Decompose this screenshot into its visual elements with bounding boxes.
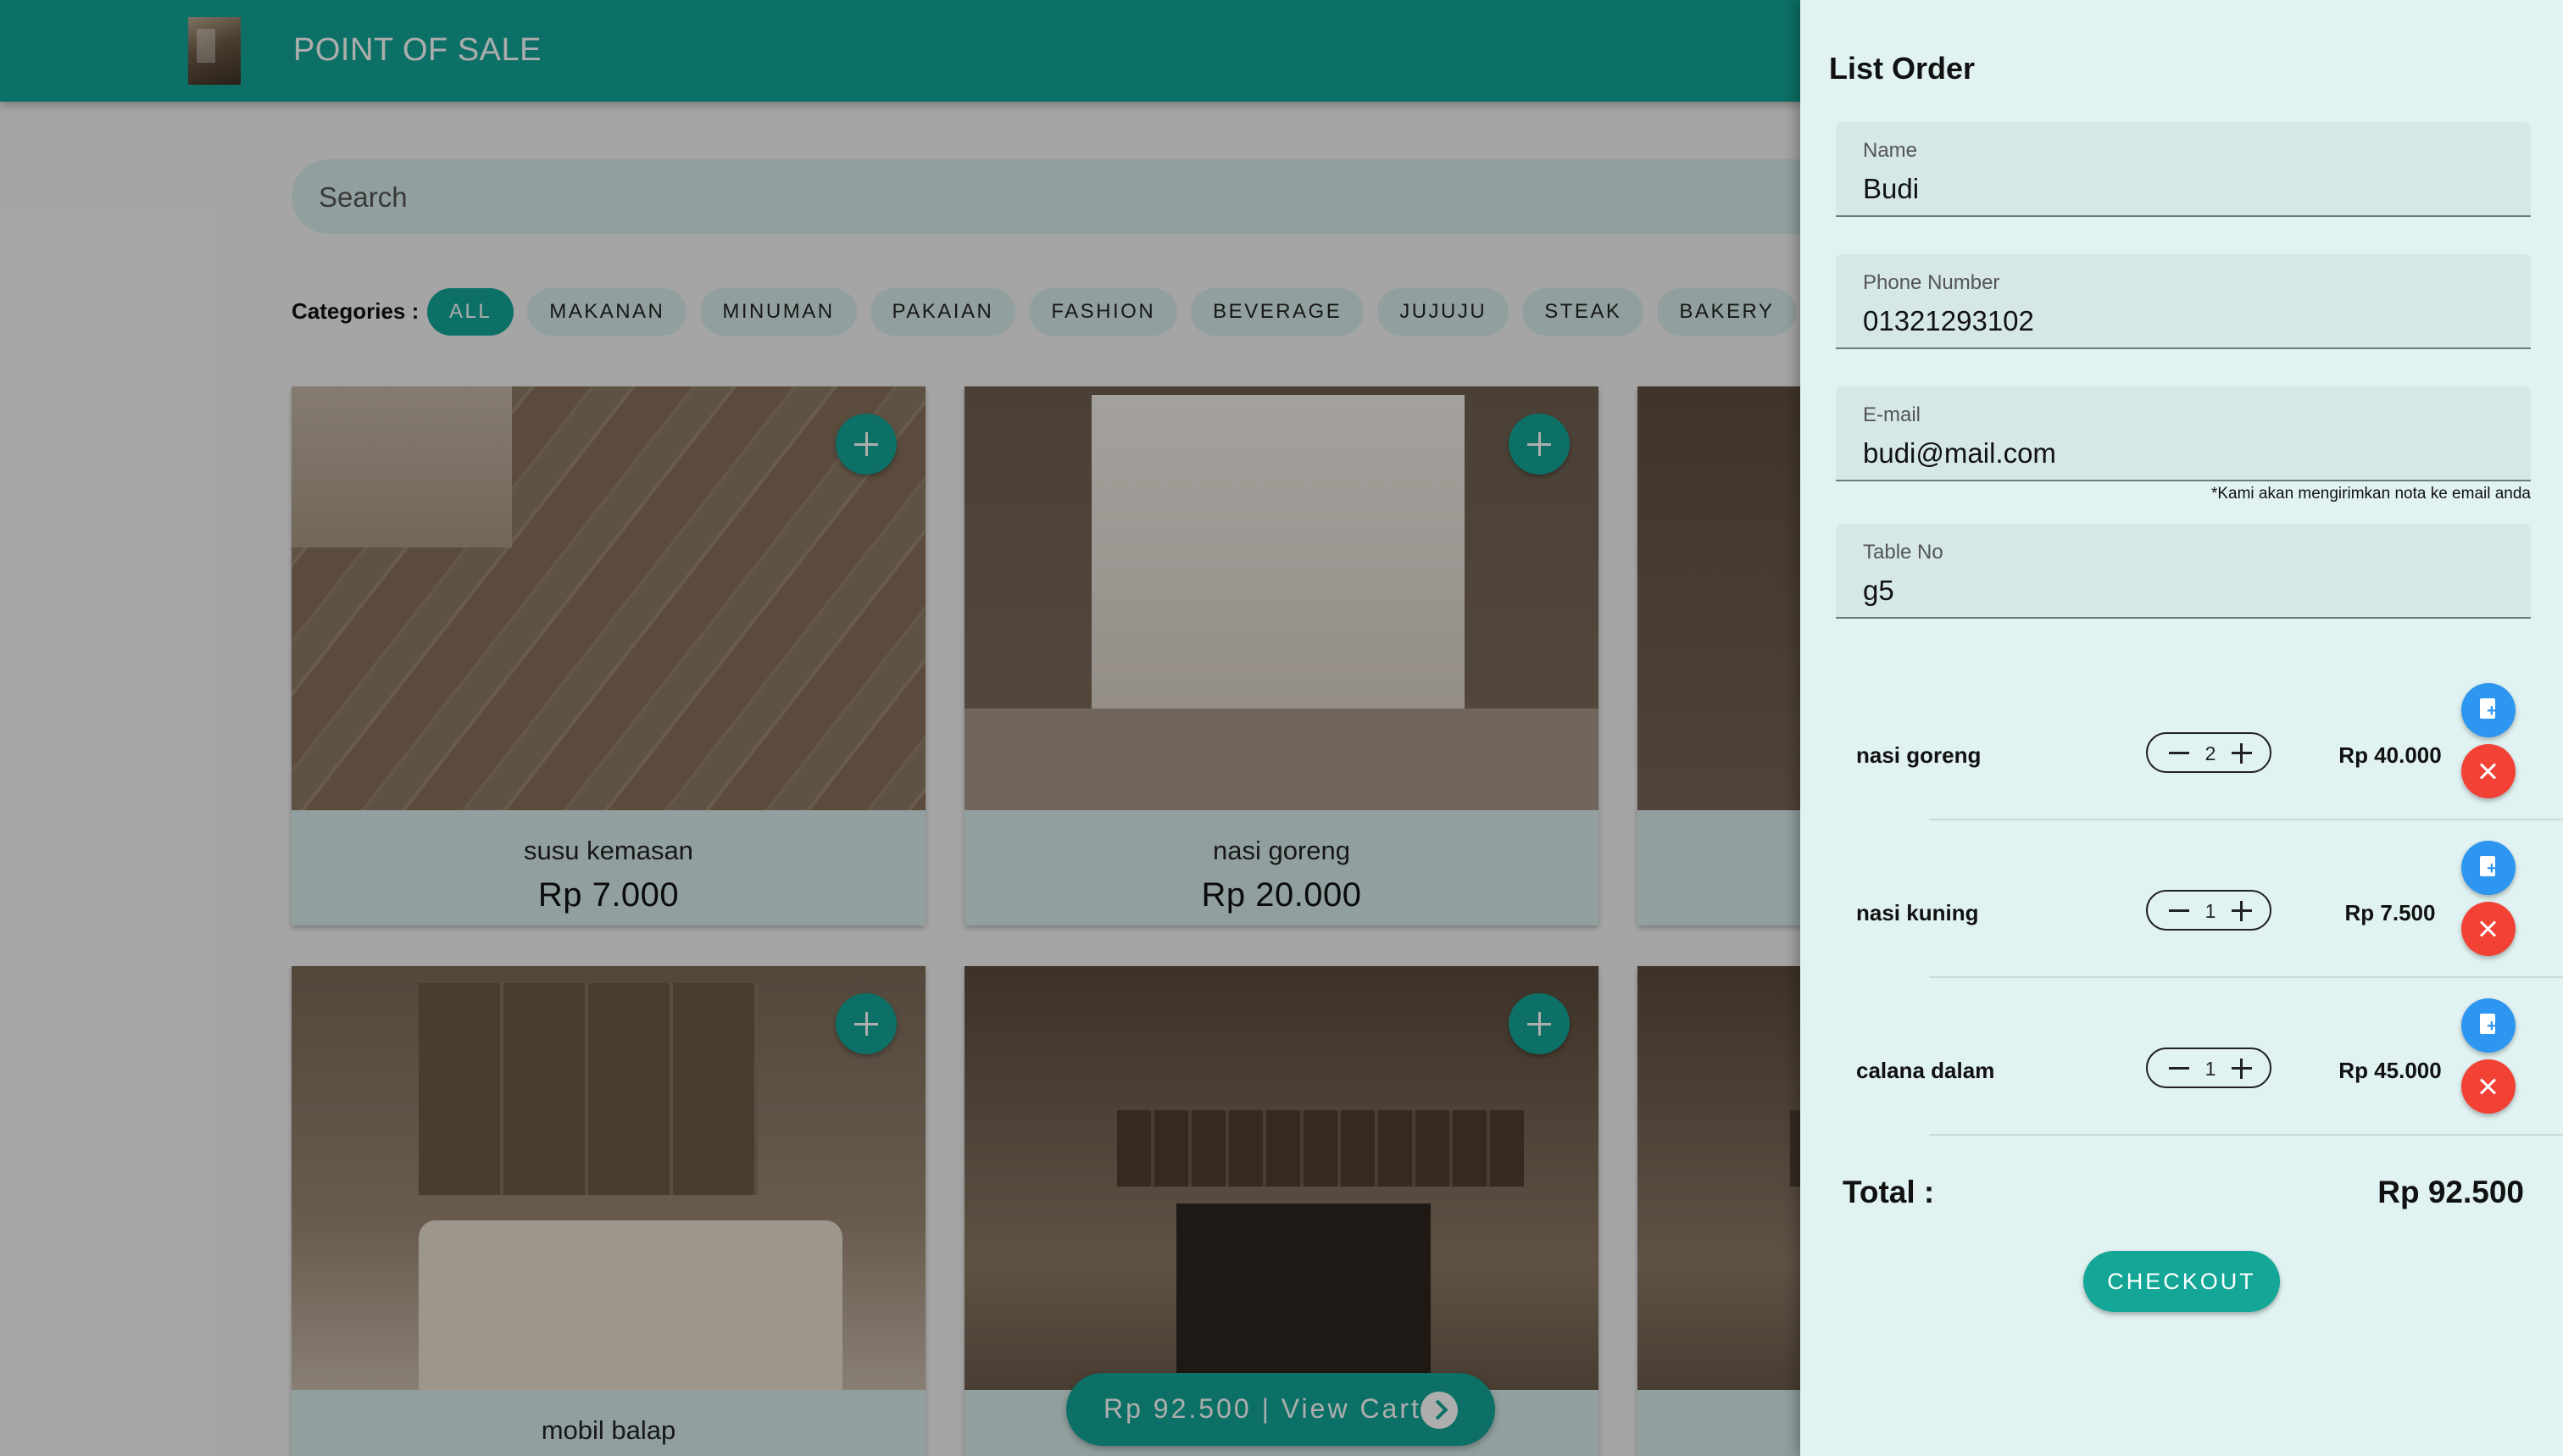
divider: [1929, 976, 2563, 978]
order-item-name: calana dalam: [1856, 1058, 1995, 1083]
remove-item-button[interactable]: [2461, 1059, 2516, 1114]
email-field-label: E-mail: [1863, 403, 1921, 426]
edit-note-button[interactable]: [2461, 841, 2516, 895]
phone-field-label: Phone Number: [1863, 271, 2000, 294]
quantity-stepper: 1: [2146, 1048, 2271, 1088]
remove-item-button[interactable]: [2461, 902, 2516, 956]
phone-field[interactable]: Phone Number 01321293102: [1836, 254, 2531, 349]
name-field-value: Budi: [1863, 173, 1920, 204]
order-item-name: nasi kuning: [1856, 900, 1979, 925]
name-field[interactable]: Name Budi: [1836, 122, 2531, 217]
quantity-value: 1: [2204, 900, 2216, 922]
order-title: List Order: [1829, 51, 1976, 86]
quantity-stepper: 2: [2146, 732, 2271, 773]
name-field-label: Name: [1863, 139, 1918, 162]
plus-icon[interactable]: [2231, 900, 2253, 922]
order-item: nasi kuning 1 Rp 7.500: [1800, 841, 2563, 998]
quantity-value: 1: [2204, 1058, 2216, 1080]
edit-note-button[interactable]: [2461, 683, 2516, 737]
total-value: Rp 92.500: [2377, 1175, 2524, 1209]
plus-icon[interactable]: [2231, 742, 2253, 764]
edit-note-button[interactable]: [2461, 998, 2516, 1053]
order-item-name: nasi goreng: [1856, 742, 1982, 768]
order-drawer: List Order Name Budi Phone Number 013212…: [1800, 0, 2563, 1456]
plus-icon[interactable]: [2231, 1058, 2253, 1080]
table-field[interactable]: Table No g5: [1836, 524, 2531, 619]
checkout-button[interactable]: CHECKOUT: [2083, 1251, 2280, 1312]
quantity-stepper: 1: [2146, 890, 2271, 931]
divider: [1929, 819, 2563, 820]
order-item-price: Rp 45.000: [2338, 1058, 2442, 1083]
order-item-price: Rp 7.500: [2344, 900, 2436, 925]
remove-item-button[interactable]: [2461, 744, 2516, 798]
email-field[interactable]: E-mail budi@mail.com: [1836, 386, 2531, 481]
total-label: Total :: [1843, 1175, 1935, 1209]
table-field-value: g5: [1863, 575, 1894, 606]
order-item: nasi goreng 2 Rp 40.000: [1800, 683, 2563, 841]
order-item: calana dalam 1 Rp 45.000: [1800, 998, 2563, 1156]
order-item-price: Rp 40.000: [2338, 742, 2442, 768]
table-field-label: Table No: [1863, 541, 1943, 564]
divider: [1929, 1134, 2563, 1136]
email-hint: *Kami akan mengirimkan nota ke email and…: [2210, 485, 2531, 503]
phone-field-value: 01321293102: [1863, 305, 2034, 336]
email-field-value: budi@mail.com: [1863, 437, 2056, 469]
quantity-value: 2: [2204, 742, 2216, 764]
